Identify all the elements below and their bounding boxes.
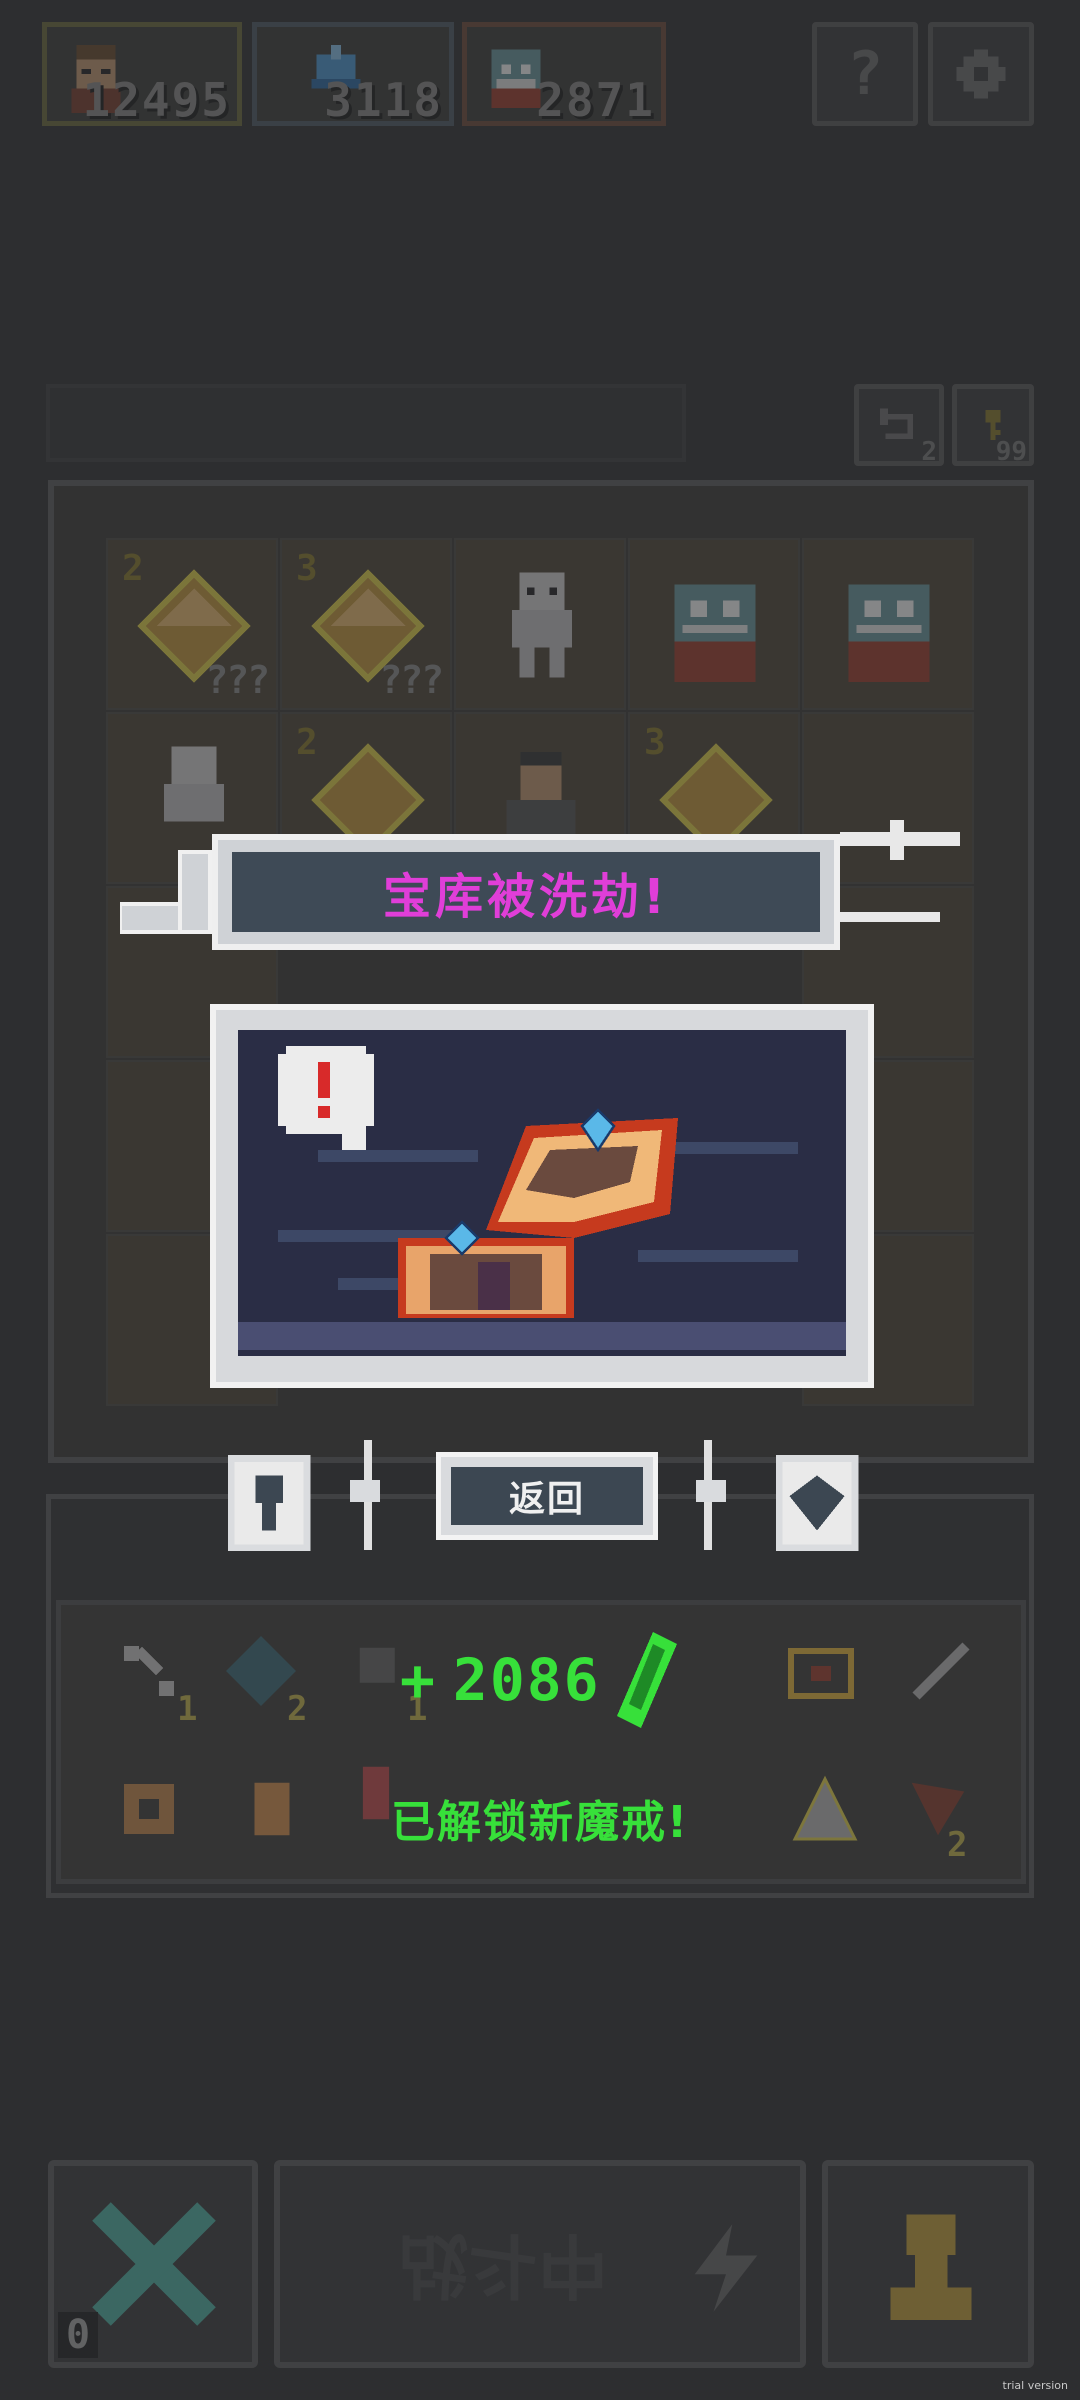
cancel-count: 0 xyxy=(58,2312,99,2358)
warrior-count: 12495 xyxy=(82,73,231,127)
resource-helmet[interactable]: 3118 xyxy=(252,22,454,127)
resource-warrior[interactable]: 12495 xyxy=(42,22,242,127)
popup-illustration xyxy=(210,1004,874,1388)
looted-chest-illustration xyxy=(238,1046,846,1350)
unknown-mark: ??? xyxy=(379,658,444,702)
cancel-button[interactable]: 0 xyxy=(48,2160,258,2368)
sword-icon[interactable] xyxy=(901,1631,981,1711)
chest-icon[interactable] xyxy=(781,1631,861,1711)
back-button[interactable]: 返回 xyxy=(436,1452,658,1540)
skeleton-icon xyxy=(512,572,572,678)
gain-amount: 2086 xyxy=(452,1646,601,1714)
close-icon xyxy=(92,2202,216,2326)
right-emblem xyxy=(775,1454,859,1552)
back-button-label: 返回 xyxy=(451,1467,643,1525)
green-crystal-icon xyxy=(616,1632,677,1728)
monster-count: 2871 xyxy=(536,73,655,127)
trial-watermark: trial version xyxy=(1002,2379,1068,2392)
pawn-icon xyxy=(890,2214,972,2320)
unlock-message: 已解锁新魔戒! xyxy=(390,1797,690,1848)
undo-count: 2 xyxy=(921,437,937,467)
crystal-gain: + 2086 xyxy=(400,1632,677,1728)
grid-cell[interactable] xyxy=(454,538,626,710)
grid-cell[interactable]: 3 ??? xyxy=(280,538,452,710)
piece-button[interactable] xyxy=(822,2160,1034,2368)
gear-icon xyxy=(956,49,1006,99)
popup-title: 宝库被洗劫! xyxy=(383,869,669,925)
help-button[interactable]: ? xyxy=(812,22,918,126)
grid-cell[interactable] xyxy=(802,538,974,710)
left-emblem xyxy=(227,1454,311,1552)
heart-stone-count: 2 xyxy=(287,1689,308,1729)
battle-label: 战斗中 xyxy=(398,2224,608,2306)
key-button[interactable]: 99 xyxy=(952,384,1034,467)
undo-icon xyxy=(879,408,913,439)
popup-title-banner: 宝库被洗劫! xyxy=(212,834,840,950)
help-label: ? xyxy=(846,39,884,109)
undo-button[interactable]: 2 xyxy=(854,384,944,467)
empty-name-bar xyxy=(46,384,686,462)
helmet-count: 3118 xyxy=(324,73,443,127)
ogre-icon xyxy=(674,584,756,682)
grid-cell[interactable] xyxy=(628,538,800,710)
settings-button[interactable] xyxy=(928,22,1034,126)
battle-button[interactable]: 战斗中 xyxy=(274,2160,806,2368)
ogre-icon xyxy=(848,584,930,682)
key-count: 99 xyxy=(995,437,1027,467)
gain-prefix: + xyxy=(400,1646,437,1714)
resource-monster[interactable]: 2871 xyxy=(462,22,666,127)
grid-cell[interactable]: 2 ??? xyxy=(106,538,278,710)
unknown-mark: ??? xyxy=(205,658,270,702)
bone-count: 1 xyxy=(177,1689,198,1729)
lightning-icon xyxy=(694,2224,758,2312)
